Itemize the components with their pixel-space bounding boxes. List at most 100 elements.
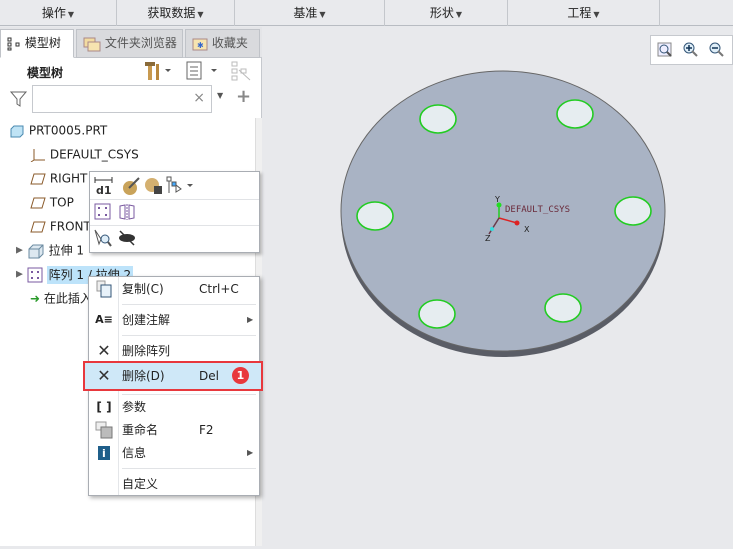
menu-item-delete[interactable]: ✕ 删除(D) Del 1 <box>83 361 263 391</box>
tree-item-front[interactable]: FRONT <box>30 215 91 237</box>
menu-label: 形状 <box>429 6 454 20</box>
menu-label: 删除(D) <box>122 369 165 383</box>
tree-label: RIGHT <box>49 171 88 186</box>
mini-toolbar: d1 <box>89 171 260 253</box>
svg-text:i: i <box>102 447 106 460</box>
rename-icon <box>95 421 113 439</box>
axis-x-label: X <box>524 225 530 234</box>
hide-tree-button[interactable] <box>231 60 251 85</box>
svg-text:d1: d1 <box>96 184 112 196</box>
datum-plane-icon <box>30 197 46 208</box>
tree-item-extrude1[interactable]: ▶ 拉伸 1 <box>16 239 84 261</box>
part-icon <box>10 125 24 137</box>
tab-label: 收藏夹 <box>211 36 248 50</box>
menu-item-delete-pattern[interactable]: ✕ 删除阵列 <box>89 340 259 362</box>
datum-plane-icon <box>30 221 46 232</box>
menu-label: 操作 <box>41 6 66 20</box>
axis-z-label: Z <box>485 234 491 243</box>
annotation-icon: A≡ <box>95 313 113 326</box>
edit-dimensions-icon[interactable]: d1 <box>94 176 114 196</box>
menu-label: 复制(C) <box>122 282 164 296</box>
menu-item-info[interactable]: i 信息 ▶ <box>89 442 259 464</box>
expand-icon[interactable]: ▶ <box>16 270 23 280</box>
menu-item-parameters[interactable]: [ ] 参数 <box>89 396 259 418</box>
tree-label: PRT0005.PRT <box>28 123 108 138</box>
tree-icon <box>7 37 20 50</box>
settings-tools-button[interactable] <box>143 60 173 85</box>
zoom-to-selected-icon[interactable] <box>94 229 112 247</box>
tab-file-browser[interactable]: 文件夹浏览器 <box>76 29 183 58</box>
step-badge: 1 <box>232 367 249 384</box>
favorites-folder-icon: ✱ <box>192 38 208 50</box>
menu-label: 参数 <box>122 400 147 414</box>
graphics-viewport[interactable]: DEFAULT_CSYS Y X Z <box>263 27 733 546</box>
zoom-out-icon[interactable] <box>709 42 725 58</box>
filter-input[interactable]: × <box>32 85 212 113</box>
submenu-arrow-icon: ▶ <box>247 315 254 324</box>
pattern-icon <box>27 267 43 282</box>
tree-label: 在此插入 <box>43 291 92 306</box>
menu-item-create-annotation[interactable]: A≡ 创建注解 ▶ <box>89 309 259 331</box>
extrude-icon <box>28 244 44 258</box>
filter-icon[interactable] <box>10 90 28 108</box>
zoom-in-icon[interactable] <box>683 42 699 58</box>
tree-label: 拉伸 1 <box>48 243 85 258</box>
show-options-button[interactable] <box>185 60 219 85</box>
menu-label: 获取数据 <box>147 6 196 20</box>
menu-datum[interactable]: 基准 ▼ <box>235 0 385 26</box>
tree-item-insert-here[interactable]: ➜ 在此插入 <box>30 287 92 309</box>
tree-item-right[interactable]: RIGHT <box>30 167 87 189</box>
edit-definition-icon[interactable] <box>121 176 141 196</box>
mirror-icon[interactable] <box>118 203 136 221</box>
menu-label: 创建注解 <box>122 313 171 327</box>
submenu-arrow-icon: ▶ <box>247 448 254 457</box>
filter-dropdown-icon[interactable]: ▼ <box>217 91 223 100</box>
csys-label: DEFAULT_CSYS <box>505 205 571 215</box>
tree-item-part[interactable]: PRT0005.PRT <box>9 119 107 141</box>
insert-arrow-icon: ➜ <box>30 291 41 306</box>
delete-x-icon: ✕ <box>97 366 111 385</box>
view-toolbar <box>650 35 733 65</box>
clear-icon[interactable]: × <box>193 90 205 106</box>
hide-icon[interactable] <box>118 229 136 247</box>
context-menu: 复制(C) Ctrl+C A≡ 创建注解 ▶ ✕ 删除阵列 ✕ 删除(D) Del 1 [ ]… <box>83 276 263 496</box>
svg-text:✱: ✱ <box>197 41 204 50</box>
menu-shortcut: Ctrl+C <box>199 282 239 296</box>
pattern-icon[interactable] <box>94 203 112 221</box>
menu-get-data[interactable]: 获取数据 ▼ <box>117 0 235 26</box>
tab-label: 模型树 <box>24 36 61 50</box>
refit-icon[interactable] <box>657 42 673 58</box>
parameters-icon: [ ] <box>96 400 112 414</box>
menu-label: 自定义 <box>122 477 159 491</box>
menu-label: 重命名 <box>122 423 159 437</box>
list-icon <box>186 61 217 80</box>
menu-label: 工程 <box>567 6 592 20</box>
tree-label: TOP <box>49 195 74 210</box>
menu-label: 基准 <box>293 6 318 20</box>
tree-item-csys[interactable]: DEFAULT_CSYS <box>30 143 139 165</box>
tree-hide-icon <box>231 61 251 81</box>
add-filter-button[interactable]: + <box>236 86 251 107</box>
tree-item-top[interactable]: TOP <box>30 191 74 213</box>
menu-bar: 操作 ▼ 获取数据 ▼ 基准 ▼ 形状 ▼ 工程 ▼ <box>0 0 733 26</box>
axis-y-label: Y <box>495 195 500 204</box>
menu-engineering[interactable]: 工程 ▼ <box>508 0 660 26</box>
menu-shortcut: F2 <box>199 423 214 437</box>
menu-item-copy[interactable]: 复制(C) Ctrl+C <box>89 278 259 300</box>
menu-operations[interactable]: 操作 ▼ <box>0 0 117 26</box>
copy-icon <box>96 280 112 298</box>
appearance-icon[interactable] <box>144 176 164 196</box>
tree-label: DEFAULT_CSYS <box>49 147 139 162</box>
tab-favorites[interactable]: ✱ 收藏夹 <box>185 29 260 58</box>
info-icon: i <box>98 446 110 460</box>
tab-model-tree[interactable]: 模型树 <box>0 29 74 58</box>
references-icon[interactable] <box>166 176 196 196</box>
menu-label: 信息 <box>122 446 147 460</box>
folders-icon <box>83 37 101 51</box>
menu-shapes[interactable]: 形状 ▼ <box>385 0 508 26</box>
expand-icon[interactable]: ▶ <box>16 246 23 256</box>
menu-item-customize[interactable]: 自定义 <box>89 473 259 495</box>
menu-label: 删除阵列 <box>122 344 171 358</box>
menu-item-rename[interactable]: 重命名 F2 <box>89 419 259 441</box>
csys-icon <box>30 148 45 162</box>
